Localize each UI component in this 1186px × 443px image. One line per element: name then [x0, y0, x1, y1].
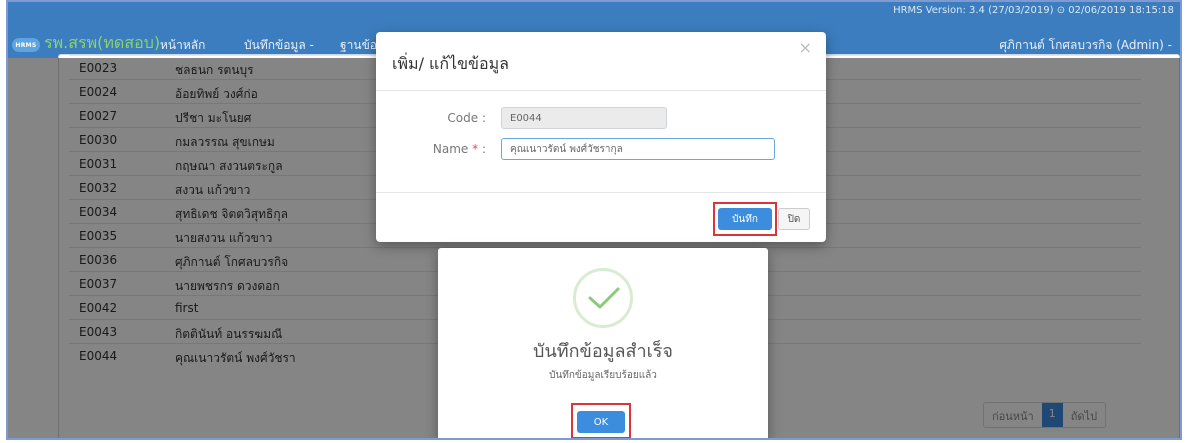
save-button[interactable]: บันทึก	[718, 208, 772, 230]
name-label-text: Name	[432, 142, 469, 156]
checkmark-glyph	[588, 287, 620, 309]
dialog-header-divider	[376, 90, 826, 91]
close-button[interactable]: ปิด	[778, 208, 810, 230]
hospital-name[interactable]: รพ.สรพ(ทดสอบ)	[44, 31, 160, 56]
code-label: Code :	[447, 111, 486, 125]
ok-button[interactable]: OK	[577, 411, 625, 433]
success-alert: บันทึกข้อมูลสำเร็จ บันทึกข้อมูลเรียบร้อย…	[438, 248, 768, 438]
code-field[interactable]	[501, 107, 667, 129]
name-label: Name * :	[376, 142, 486, 156]
checkmark-icon	[573, 268, 633, 328]
hrms-logo[interactable]: HRMS	[12, 38, 40, 52]
edit-dialog: เพิ่ม/ แก้ไขข้อมูล × Code : Name * : บัน…	[376, 32, 826, 242]
close-icon[interactable]: ×	[799, 38, 812, 57]
nav-record-data[interactable]: บันทึกข้อมูล -	[244, 36, 314, 55]
dialog-footer-divider	[376, 192, 826, 193]
dialog-title: เพิ่ม/ แก้ไขข้อมูล	[392, 54, 509, 73]
required-mark: *	[472, 142, 479, 156]
nav-home[interactable]: หน้าหลัก	[160, 36, 205, 55]
nav-database[interactable]: ฐานข้อ	[340, 36, 377, 55]
app-window: HRMS Version: 3.4 (27/03/2019) ⊙ 02/06/2…	[6, 0, 1182, 440]
version-info: HRMS Version: 3.4 (27/03/2019) ⊙ 02/06/2…	[893, 5, 1174, 16]
alert-title: บันทึกข้อมูลสำเร็จ	[533, 341, 673, 362]
alert-message: บันทึกข้อมูลเรียบร้อยแล้ว	[549, 370, 657, 381]
name-label-colon: :	[481, 142, 486, 156]
user-menu[interactable]: ศุภิกานต์ โกศลบวรกิจ (Admin) -	[999, 36, 1172, 55]
name-field[interactable]	[501, 138, 775, 160]
